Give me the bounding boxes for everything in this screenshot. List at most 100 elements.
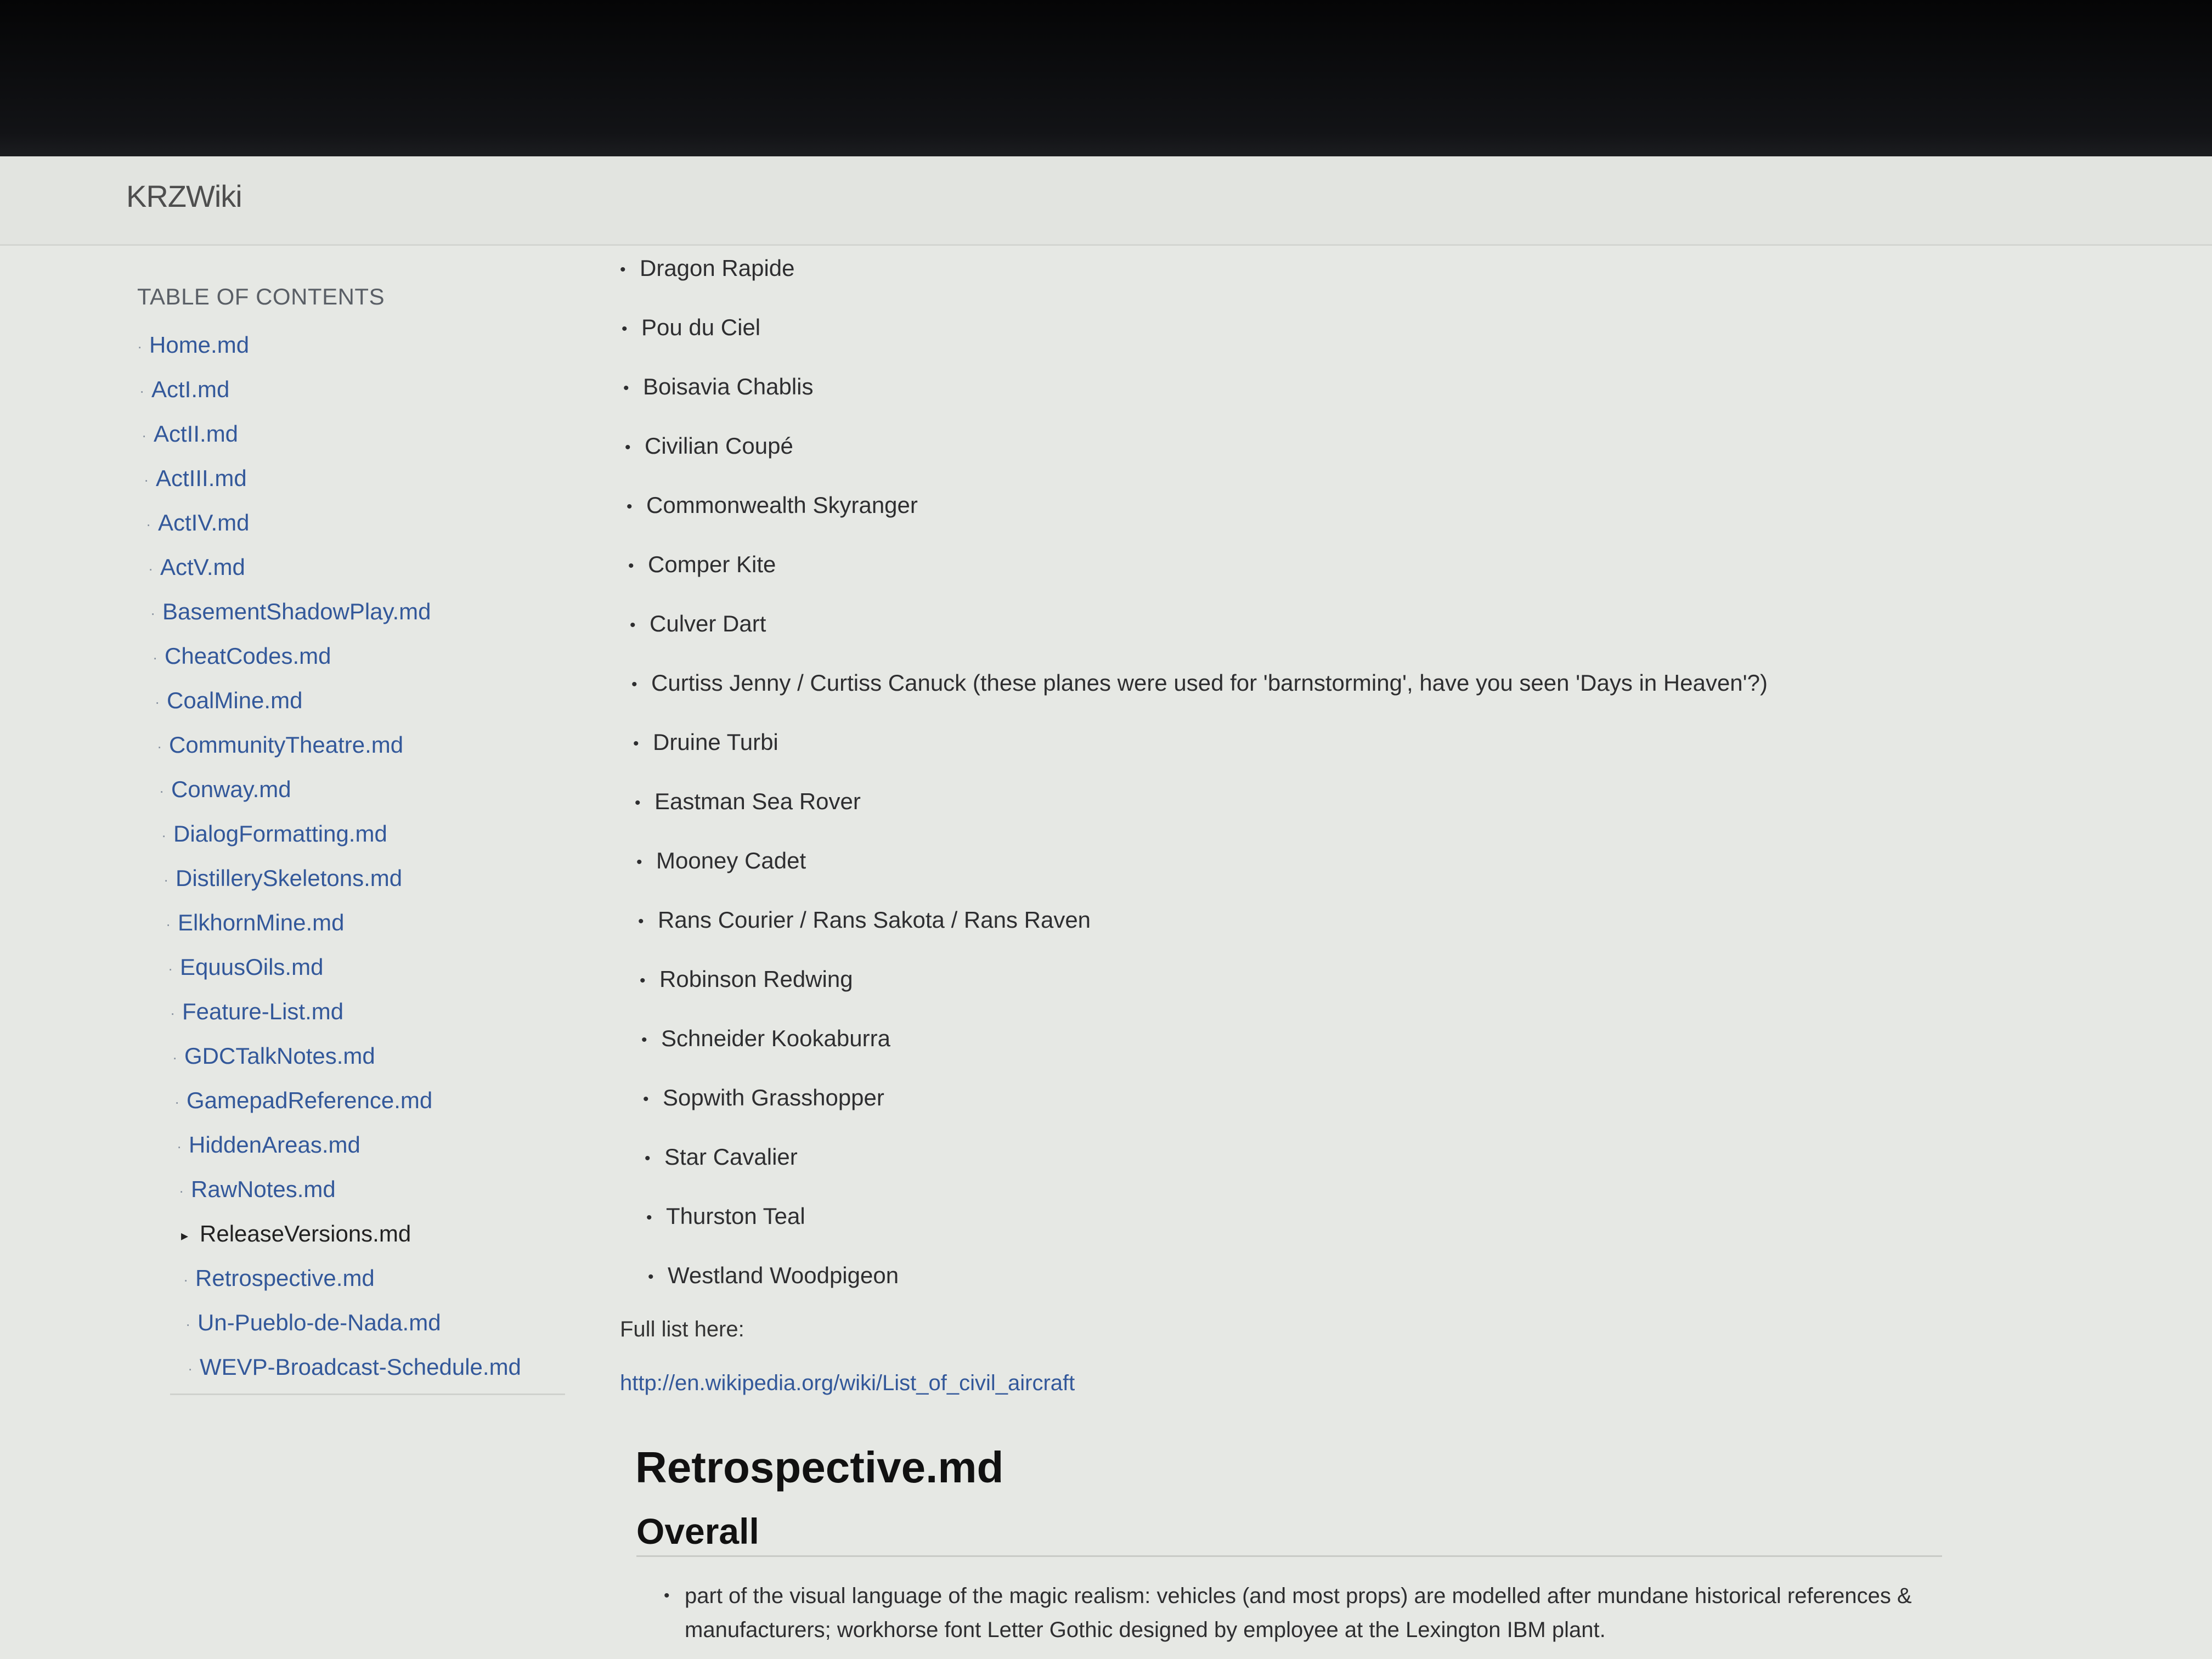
toc-item-label: ElkhornMine.md — [178, 910, 345, 935]
full-list-link[interactable]: http://en.wikipedia.org/wiki/List_of_civ… — [620, 1371, 1991, 1442]
aircraft-list: • Dragon Rapide • Pou du Ciel • Boisavia Chab… — [620, 255, 1991, 1322]
monitor-bezel — [0, 0, 2212, 156]
toc-item[interactable]: · GDCTalkNotes.md — [137, 1043, 521, 1087]
toc-item-label: Home.md — [149, 332, 250, 358]
toc-item-label: GDCTalkNotes.md — [184, 1043, 375, 1069]
bullet-icon: • — [620, 260, 626, 279]
bullet-icon: • — [638, 912, 644, 930]
toc-item[interactable]: · WEVP-Broadcast-Schedule.md — [137, 1354, 521, 1398]
list-item-label: Robinson Redwing — [659, 966, 853, 992]
toc-item-label: Conway.md — [171, 776, 291, 802]
list-item: • Civilian Coupé — [620, 433, 1991, 492]
toc-item-label: DistillerySkeletons.md — [176, 865, 403, 891]
list-item-label: Schneider Kookaburra — [661, 1025, 890, 1051]
toc-item[interactable]: · Retrospective.md — [137, 1265, 521, 1310]
list-item: • Commonwealth Skyranger — [620, 492, 1991, 551]
list-item: • Rans Courier / Rans Sakota / Rans Raven — [620, 907, 1991, 966]
toc-item-label: ActI.md — [151, 376, 230, 402]
toc-item[interactable]: ▸ ReleaseVersions.md — [137, 1221, 521, 1265]
toc-item[interactable]: · CheatCodes.md — [137, 643, 521, 687]
overall-paragraph: • part of the visual language of the mag… — [664, 1579, 1968, 1647]
list-item-label: Westland Woodpigeon — [668, 1262, 899, 1288]
list-item-label: Rans Courier / Rans Sakota / Rans Raven — [658, 907, 1091, 933]
list-item-label: Civilian Coupé — [645, 433, 793, 459]
toc-item-label: Feature-List.md — [182, 998, 344, 1024]
toc-list: · Home.md · ActI.md · ActII.md · ActIII.md · ActI… — [137, 332, 521, 1398]
toc-item-label: HiddenAreas.md — [189, 1132, 360, 1158]
toc-item-label: RawNotes.md — [191, 1176, 336, 1202]
list-item: • Schneider Kookaburra — [620, 1025, 1991, 1085]
list-item-label: Druine Turbi — [653, 729, 778, 755]
list-item: • Culver Dart — [620, 611, 1991, 670]
list-item: • Mooney Cadet — [620, 848, 1991, 907]
bullet-icon: · — [137, 337, 143, 355]
toc-item-label: CheatCodes.md — [165, 643, 331, 669]
toc-divider — [170, 1393, 565, 1395]
list-item-label: Dragon Rapide — [640, 255, 795, 281]
bullet-icon: · — [179, 1182, 184, 1199]
bullet-icon: · — [157, 737, 162, 755]
bullet-icon: · — [168, 960, 173, 977]
list-item-label: Comper Kite — [648, 551, 776, 577]
bullet-icon: · — [148, 560, 154, 577]
bullet-icon: · — [144, 471, 149, 488]
toc-item[interactable]: · CoalMine.md — [137, 687, 521, 732]
bullet-icon: · — [188, 1359, 193, 1377]
toc-item[interactable]: · GamepadReference.md — [137, 1087, 521, 1132]
site-header: KRZWiki — [0, 156, 2212, 246]
toc-item[interactable]: · ElkhornMine.md — [137, 910, 521, 954]
bullet-icon: · — [166, 915, 171, 933]
bullet-icon: • — [625, 438, 631, 456]
toc-item[interactable]: · BasementShadowPlay.md — [137, 599, 521, 643]
toc-item[interactable]: · HiddenAreas.md — [137, 1132, 521, 1176]
bullet-icon: · — [185, 1315, 191, 1333]
list-item: • Druine Turbi — [620, 729, 1991, 788]
toc-item[interactable]: · RawNotes.md — [137, 1176, 521, 1221]
toc-item[interactable]: · ActII.md — [137, 421, 521, 465]
toc-item[interactable]: · ActIV.md — [137, 510, 521, 554]
full-list-label: Full list here: — [620, 1317, 744, 1341]
bullet-icon: • — [646, 1208, 652, 1227]
bullet-icon: • — [622, 319, 628, 338]
bullet-icon: • — [633, 734, 639, 753]
bullet-icon: · — [155, 693, 160, 710]
list-item: • Curtiss Jenny / Curtiss Canuck (these p… — [620, 670, 1991, 729]
bullet-icon: · — [159, 782, 165, 799]
bullet-icon: • — [628, 556, 634, 575]
list-item: • Comper Kite — [620, 551, 1991, 611]
list-item-label: Sopwith Grasshopper — [663, 1085, 884, 1110]
toc-item[interactable]: · Feature-List.md — [137, 998, 521, 1043]
list-item: • Robinson Redwing — [620, 966, 1991, 1025]
toc-item[interactable]: · DistillerySkeletons.md — [137, 865, 521, 910]
toc-item[interactable]: · Un-Pueblo-de-Nada.md — [137, 1310, 521, 1354]
bullet-icon: • — [635, 793, 641, 812]
toc-item[interactable]: · EquusOils.md — [137, 954, 521, 998]
toc-item[interactable]: · Conway.md — [137, 776, 521, 821]
toc-item[interactable]: · ActV.md — [137, 554, 521, 599]
bullet-icon: • — [636, 853, 642, 871]
bullet-icon: · — [183, 1271, 189, 1288]
toc-item-label: CoalMine.md — [167, 687, 303, 713]
bullet-icon: · — [174, 1093, 180, 1110]
site-brand[interactable]: KRZWiki — [126, 178, 242, 214]
toc-item[interactable]: · ActIII.md — [137, 465, 521, 510]
toc-item[interactable]: · ActI.md — [137, 376, 521, 421]
toc-item-label: Retrospective.md — [195, 1265, 375, 1291]
toc-item-label: ReleaseVersions.md — [200, 1221, 411, 1246]
list-item-label: Star Cavalier — [664, 1144, 798, 1170]
bullet-icon: · — [170, 1004, 176, 1022]
toc-item[interactable]: · CommunityTheatre.md — [137, 732, 521, 776]
toc-item-label: DialogFormatting.md — [173, 821, 387, 847]
list-item: • Dragon Rapide — [620, 255, 1991, 314]
bullet-icon: • — [648, 1267, 654, 1286]
toc-item[interactable]: · Home.md — [137, 332, 521, 376]
bullet-icon: • — [640, 971, 646, 990]
list-item-label: Culver Dart — [650, 611, 766, 636]
bullet-icon: • — [630, 616, 636, 634]
bullet-icon: • — [645, 1149, 651, 1167]
toc-item[interactable]: · DialogFormatting.md — [137, 821, 521, 865]
bullet-icon: • — [623, 379, 629, 397]
main-content: • Dragon Rapide • Pou du Ciel • Boisavia Chab… — [620, 255, 1991, 1647]
bullet-icon: · — [150, 604, 156, 622]
bullet-icon: · — [153, 648, 158, 666]
